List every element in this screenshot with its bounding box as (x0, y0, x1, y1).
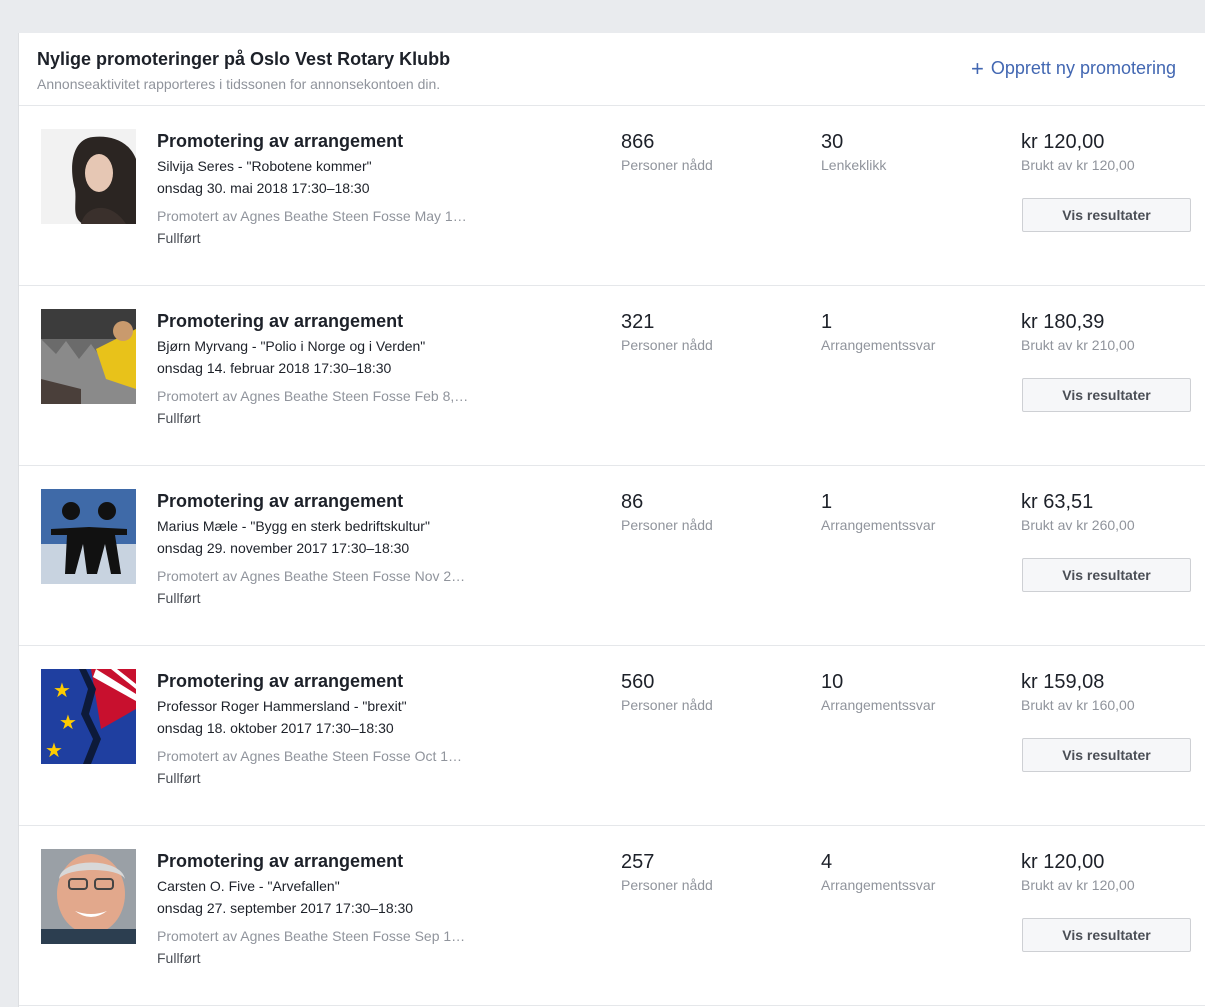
result-metric: 4 Arrangementssvar (821, 850, 935, 896)
event-thumbnail[interactable] (41, 309, 136, 404)
event-name: Carsten O. Five - "Arvefallen" (157, 878, 340, 894)
svg-text:★: ★ (59, 710, 77, 734)
promotions-card: Nylige promoteringer på Oslo Vest Rotary… (18, 33, 1205, 1007)
view-results-button[interactable]: Vis resultater (1022, 198, 1191, 232)
result-label: Arrangementssvar (821, 697, 936, 713)
plus-icon: + (971, 55, 984, 81)
reach-label: Personer nådd (621, 877, 713, 893)
reach-value: 86 (621, 491, 644, 513)
result-label: Arrangementssvar (821, 337, 936, 353)
promotion-title: Promotering av arrangement (157, 131, 404, 151)
result-value: 10 (821, 671, 844, 693)
spent-value: kr 159,08 (1021, 671, 1105, 693)
spent-metric: kr 63,51 Brukt av kr 260,00 (1021, 490, 1135, 536)
result-value: 1 (821, 491, 833, 513)
promotion-row: Promotering av arrangement Silvija Seres… (19, 106, 1205, 286)
promoted-by: Promotert av Agnes Beathe Steen Fosse No… (157, 568, 466, 584)
promotion-row: Promotering av arrangement Carsten O. Fi… (19, 826, 1205, 1006)
page-subtitle: Annonseaktivitet rapporteres i tidssonen… (37, 76, 441, 92)
event-date: onsdag 29. november 2017 17:30–18:30 (157, 540, 410, 556)
spent-value: kr 63,51 (1021, 491, 1094, 513)
view-results-button[interactable]: Vis resultater (1022, 738, 1191, 772)
promotion-row: ★ ★ ★ Promotering av arrangement Profess… (19, 646, 1205, 826)
event-thumbnail[interactable] (41, 129, 136, 224)
result-value: 4 (821, 851, 833, 873)
promotion-row: Promotering av arrangement Bjørn Myrvang… (19, 286, 1205, 466)
svg-text:★: ★ (53, 678, 71, 702)
reach-metric: 866 Personer nådd (621, 130, 713, 176)
spent-metric: kr 180,39 Brukt av kr 210,00 (1021, 310, 1135, 356)
event-name: Silvija Seres - "Robotene kommer" (157, 158, 372, 174)
view-results-button[interactable]: Vis resultater (1022, 558, 1191, 592)
reach-value: 866 (621, 131, 655, 153)
spent-value: kr 120,00 (1021, 851, 1105, 873)
result-label: Arrangementssvar (821, 517, 936, 533)
promotion-row: Promotering av arrangement Marius Mæle -… (19, 466, 1205, 646)
svg-text:★: ★ (45, 738, 63, 762)
reach-metric: 257 Personer nådd (621, 850, 713, 896)
result-metric: 30 Lenkeklikk (821, 130, 886, 176)
spent-metric: kr 120,00 Brukt av kr 120,00 (1021, 850, 1135, 896)
reach-metric: 321 Personer nådd (621, 310, 713, 356)
promoted-by: Promotert av Agnes Beathe Steen Fosse Oc… (157, 748, 463, 764)
result-label: Lenkeklikk (821, 157, 887, 173)
event-thumbnail[interactable] (41, 489, 136, 584)
result-label: Arrangementssvar (821, 877, 936, 893)
reach-metric: 560 Personer nådd (621, 670, 713, 716)
status-text: Fullført (157, 410, 201, 426)
event-name: Marius Mæle - "Bygg en sterk bedriftskul… (157, 518, 430, 534)
create-promotion-label: Opprett ny promotering (990, 58, 1176, 78)
promoted-by: Promotert av Agnes Beathe Steen Fosse Fe… (157, 388, 469, 404)
promoted-by: Promotert av Agnes Beathe Steen Fosse Ma… (157, 208, 467, 224)
status-text: Fullført (157, 590, 201, 606)
promotion-title: Promotering av arrangement (157, 311, 404, 331)
promoted-by: Promotert av Agnes Beathe Steen Fosse Se… (157, 928, 466, 944)
spent-metric: kr 120,00 Brukt av kr 120,00 (1021, 130, 1135, 176)
promotion-title: Promotering av arrangement (157, 491, 404, 511)
reach-value: 321 (621, 311, 655, 333)
event-thumbnail[interactable] (41, 849, 136, 944)
spent-value: kr 180,39 (1021, 311, 1105, 333)
reach-label: Personer nådd (621, 337, 713, 353)
event-thumbnail[interactable]: ★ ★ ★ (41, 669, 136, 764)
spent-metric: kr 159,08 Brukt av kr 160,00 (1021, 670, 1135, 716)
create-promotion-link[interactable]: + Opprett ny promotering (971, 55, 1176, 81)
promotion-title: Promotering av arrangement (157, 851, 404, 871)
card-header: Nylige promoteringer på Oslo Vest Rotary… (19, 33, 1205, 106)
status-text: Fullført (157, 950, 201, 966)
spent-label: Brukt av kr 260,00 (1021, 517, 1135, 533)
view-results-button[interactable]: Vis resultater (1022, 918, 1191, 952)
spent-label: Brukt av kr 210,00 (1021, 337, 1135, 353)
reach-label: Personer nådd (621, 697, 713, 713)
spent-label: Brukt av kr 160,00 (1021, 697, 1135, 713)
spent-label: Brukt av kr 120,00 (1021, 157, 1135, 173)
result-value: 1 (821, 311, 833, 333)
reach-label: Personer nådd (621, 157, 713, 173)
event-date: onsdag 30. mai 2018 17:30–18:30 (157, 180, 370, 196)
event-name: Professor Roger Hammersland - "brexit" (157, 698, 407, 714)
status-text: Fullført (157, 230, 201, 246)
reach-value: 560 (621, 671, 655, 693)
event-date: onsdag 27. september 2017 17:30–18:30 (157, 900, 414, 916)
status-text: Fullført (157, 770, 201, 786)
reach-label: Personer nådd (621, 517, 713, 533)
page-title: Nylige promoteringer på Oslo Vest Rotary… (37, 49, 451, 69)
spent-label: Brukt av kr 120,00 (1021, 877, 1135, 893)
reach-value: 257 (621, 851, 655, 873)
result-metric: 1 Arrangementssvar (821, 490, 935, 536)
spent-value: kr 120,00 (1021, 131, 1105, 153)
result-metric: 1 Arrangementssvar (821, 310, 935, 356)
result-value: 30 (821, 131, 844, 153)
event-name: Bjørn Myrvang - "Polio i Norge og i Verd… (157, 338, 426, 354)
result-metric: 10 Arrangementssvar (821, 670, 935, 716)
promotion-title: Promotering av arrangement (157, 671, 404, 691)
reach-metric: 86 Personer nådd (621, 490, 713, 536)
view-results-button[interactable]: Vis resultater (1022, 378, 1191, 412)
event-date: onsdag 18. oktober 2017 17:30–18:30 (157, 720, 394, 736)
event-date: onsdag 14. februar 2018 17:30–18:30 (157, 360, 392, 376)
